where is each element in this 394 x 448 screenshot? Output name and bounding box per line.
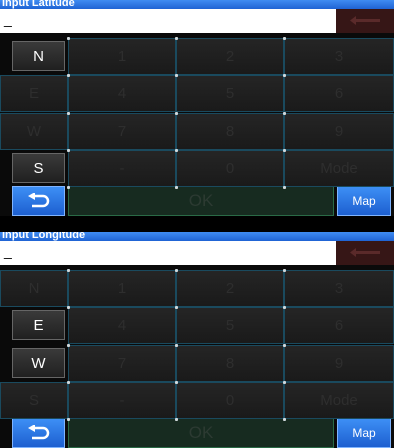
map-button[interactable]: Map [337, 186, 391, 216]
backspace-arrow-icon [350, 16, 380, 25]
key-5[interactable]: 5 [176, 307, 284, 344]
return-arrow-icon [27, 193, 49, 208]
grid-dot [67, 74, 70, 77]
key-9[interactable]: 9 [284, 345, 394, 382]
key-2[interactable]: 2 [176, 270, 284, 307]
key-w[interactable]: W [0, 113, 68, 150]
key-s[interactable]: S [12, 153, 65, 183]
grid-dot [175, 269, 178, 272]
key-mode[interactable]: Mode [284, 382, 394, 419]
input-value: _ [4, 243, 12, 259]
return-arrow-icon [27, 425, 49, 440]
grid-dot [175, 112, 178, 115]
key-e[interactable]: E [0, 75, 68, 112]
grid-dot [283, 37, 286, 40]
title-bar: Input Latitude [0, 0, 394, 9]
panel-title: Input Latitude [2, 0, 75, 9]
ok-button[interactable]: OK [68, 186, 334, 216]
grid-dot [283, 149, 286, 152]
grid-dot [67, 149, 70, 152]
longitude-input[interactable]: _ [0, 241, 336, 265]
grid-dot [175, 37, 178, 40]
key-minus[interactable]: - [68, 150, 176, 187]
key-7[interactable]: 7 [68, 113, 176, 150]
grid-dot [67, 418, 70, 421]
grid-dot [67, 37, 70, 40]
key-1[interactable]: 1 [68, 38, 176, 75]
key-8[interactable]: 8 [176, 113, 284, 150]
grid-dot [175, 344, 178, 347]
grid-dot [175, 74, 178, 77]
latitude-panel: Input Latitude _ OK Map N123 E456 W789 S-0M… [0, 0, 394, 216]
grid-dot [283, 112, 286, 115]
grid-dot [283, 306, 286, 309]
back-button[interactable] [12, 186, 65, 216]
grid-dot [175, 149, 178, 152]
grid-dot [67, 269, 70, 272]
key-w[interactable]: W [12, 348, 65, 378]
key-4[interactable]: 4 [68, 75, 176, 112]
panel-title: Input Longitude [2, 232, 86, 241]
grid-dot [283, 269, 286, 272]
grid-dot [175, 381, 178, 384]
key-6[interactable]: 6 [284, 307, 394, 344]
key-0[interactable]: 0 [176, 150, 284, 187]
key-4[interactable]: 4 [68, 307, 176, 344]
key-8[interactable]: 8 [176, 345, 284, 382]
map-button[interactable]: Map [337, 418, 391, 448]
key-0[interactable]: 0 [176, 382, 284, 419]
key-3[interactable]: 3 [284, 38, 394, 75]
grid-dot [175, 186, 178, 189]
key-s[interactable]: S [0, 382, 68, 419]
grid-dot [67, 381, 70, 384]
key-minus[interactable]: - [68, 382, 176, 419]
grid-dot [175, 306, 178, 309]
grid-dot [67, 186, 70, 189]
key-9[interactable]: 9 [284, 113, 394, 150]
key-7[interactable]: 7 [68, 345, 176, 382]
key-1[interactable]: 1 [68, 270, 176, 307]
key-e[interactable]: E [12, 310, 65, 340]
input-value: _ [4, 11, 12, 27]
grid-dot [283, 74, 286, 77]
ok-button[interactable]: OK [68, 418, 334, 448]
title-bar: Input Longitude [0, 232, 394, 241]
grid-dot [283, 381, 286, 384]
key-6[interactable]: 6 [284, 75, 394, 112]
latitude-input[interactable]: _ [0, 9, 336, 33]
key-2[interactable]: 2 [176, 38, 284, 75]
grid-dot [67, 344, 70, 347]
grid-dot [283, 186, 286, 189]
back-button[interactable] [12, 418, 65, 448]
longitude-panel: Input Longitude _ OK Map N123 E456 W789 S-0… [0, 232, 394, 448]
backspace-button[interactable] [336, 241, 394, 265]
key-n[interactable]: N [0, 270, 68, 307]
key-mode[interactable]: Mode [284, 150, 394, 187]
key-n[interactable]: N [12, 41, 65, 71]
grid-dot [175, 418, 178, 421]
grid-dot [283, 418, 286, 421]
backspace-button[interactable] [336, 9, 394, 33]
key-3[interactable]: 3 [284, 270, 394, 307]
grid-dot [67, 306, 70, 309]
key-5[interactable]: 5 [176, 75, 284, 112]
grid-dot [283, 344, 286, 347]
grid-dot [67, 112, 70, 115]
backspace-arrow-icon [350, 248, 380, 257]
